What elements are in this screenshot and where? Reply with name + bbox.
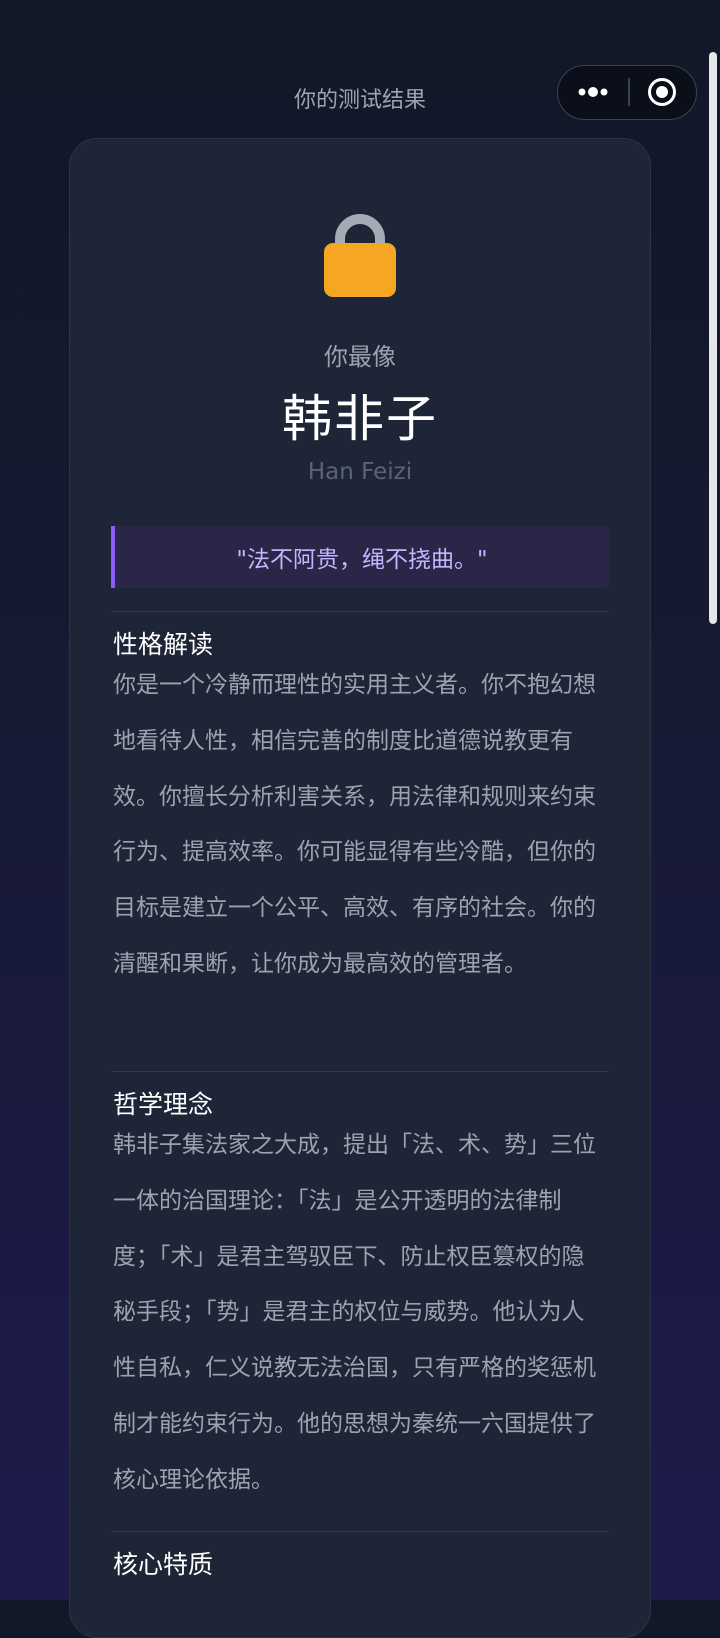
result-subtitle: 你最像 (324, 343, 396, 371)
more-dots-icon (578, 87, 608, 97)
lock-icon (324, 214, 396, 297)
section-title-philosophy: 哲学理念 (113, 1090, 214, 1119)
quote-box: "法不阿贵，绳不挠曲。" (111, 526, 609, 588)
section-title-core-traits: 核心特质 (113, 1550, 214, 1579)
section-title-personality: 性格解读 (113, 630, 214, 659)
section-body-personality: 你是一个冷静而理性的实用主义者。你不抱幻想地看待人性，相信完善的制度比道德说教更… (113, 672, 596, 977)
divider (111, 611, 609, 612)
target-close-icon (648, 78, 676, 106)
result-card: 你最像 韩非子 Han Feizi "法不阿贵，绳不挠曲。" 性格解读 你是一个… (69, 138, 651, 1638)
result-english-name: Han Feizi (307, 459, 413, 485)
section-body-philosophy: 韩非子集法家之大成，提出「法、术、势」三位一体的治国理论：「法」是公开透明的法律… (113, 1132, 596, 1493)
scrollbar[interactable] (709, 52, 717, 624)
quote-text: "法不阿贵，绳不挠曲。" (236, 547, 488, 573)
divider (111, 1531, 609, 1532)
close-button[interactable] (629, 66, 695, 118)
result-name: 韩非子 (282, 390, 438, 448)
divider (111, 1071, 609, 1072)
more-button[interactable] (558, 66, 628, 118)
mini-program-capsule (557, 65, 697, 120)
